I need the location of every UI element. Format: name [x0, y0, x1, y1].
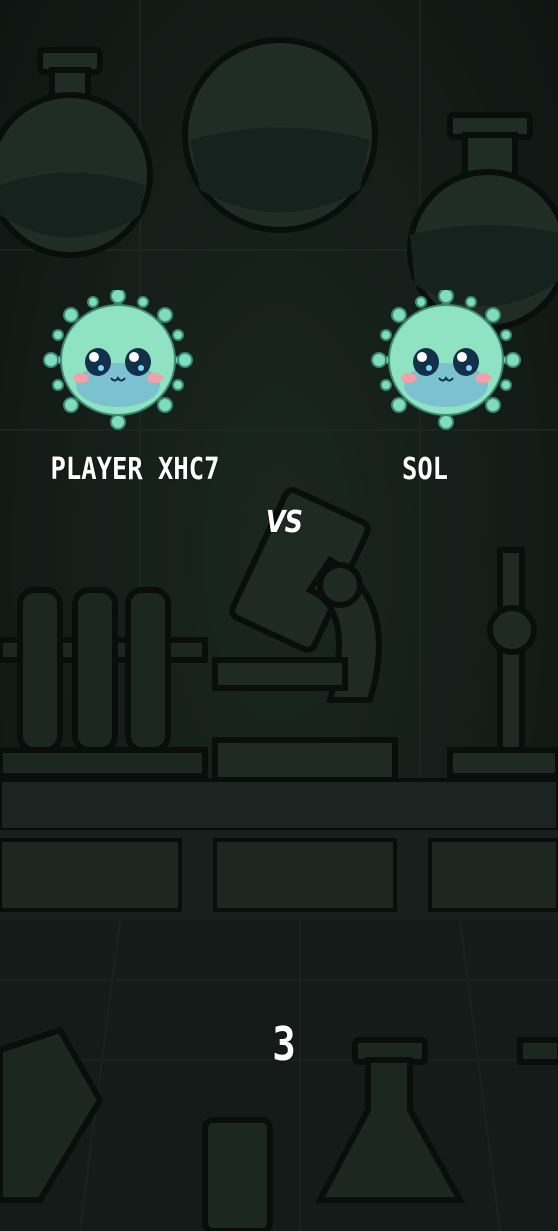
virus-mascot-icon	[371, 290, 521, 430]
countdown-number: 3	[272, 1017, 296, 1071]
match-intro-screen: PLAYER XHC7 SOL VS 3	[0, 0, 558, 1231]
player-right-name: SOL	[401, 452, 449, 487]
virus-mascot-icon	[43, 290, 193, 430]
player-left-name: PLAYER XHC7	[50, 452, 220, 487]
versus-label: VS	[265, 505, 303, 540]
